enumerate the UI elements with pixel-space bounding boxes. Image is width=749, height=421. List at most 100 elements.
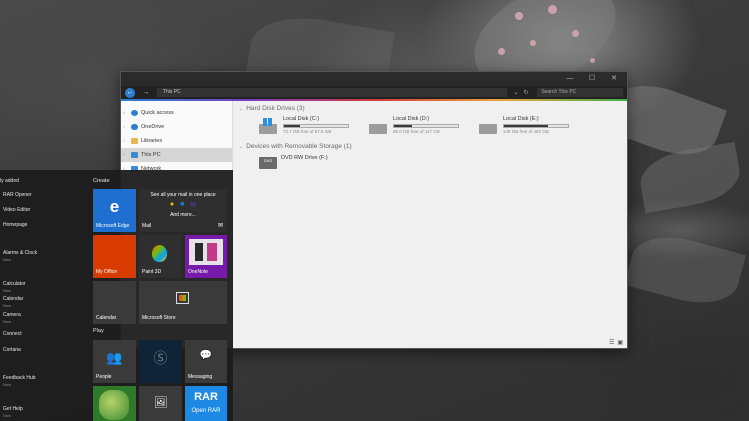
app-label: Feedback Hub [3, 375, 36, 381]
envelope-icon: ✉ [217, 223, 223, 229]
start-menu: ly added RAR Opener Video Editor Homepag… [0, 170, 233, 421]
title-bar: — ☐ ✕ [121, 72, 627, 86]
app-item[interactable]: Connect [3, 331, 22, 337]
app-item[interactable]: Camera New [3, 312, 21, 324]
folder-icon [131, 138, 138, 144]
outlook-icon: ■ [180, 201, 185, 208]
details-view-icon[interactable]: ☰ [609, 339, 614, 346]
app-label: Get Help [3, 406, 23, 412]
drive-name: Local Disk (D:) [393, 116, 430, 122]
star-icon [131, 110, 138, 116]
chat-icon: 💬 [199, 350, 213, 361]
app-item[interactable]: Get Help New [3, 406, 23, 418]
nav-item-onedrive[interactable]: › OneDrive [121, 120, 232, 134]
hard-drives-header[interactable]: ⌄ Hard Disk Drives (3) [239, 103, 627, 114]
tile-microsoft-edge[interactable]: e Microsoft Edge [93, 189, 136, 232]
game-figures-image [99, 390, 129, 420]
google-icon: ● [169, 201, 175, 208]
nav-item-libraries[interactable]: › Libraries [121, 134, 232, 148]
maximize-icon[interactable]: ☐ [587, 72, 597, 86]
edge-icon: e [109, 197, 120, 216]
drive-d[interactable]: Local Disk (D:) 85.0 GB free of 117 GB [369, 116, 459, 140]
wallpaper-leaf [635, 141, 745, 214]
refresh-icon[interactable]: ↻ [523, 89, 528, 96]
tile-group-play[interactable]: Play [93, 328, 104, 334]
drive-c[interactable]: Local Disk (C:) 72.7 GB free of 97.6 GB [259, 116, 349, 140]
chevron-right-icon[interactable]: › [123, 138, 125, 144]
search-input[interactable]: Search This PC [537, 88, 623, 97]
rar-icon: RAR [194, 391, 218, 403]
yahoo-icon: ✉ [190, 202, 197, 209]
chevron-right-icon[interactable]: › [123, 110, 125, 116]
nav-label: Libraries [141, 138, 163, 144]
app-item[interactable]: Video Editor [3, 207, 30, 213]
nav-label: This PC [141, 152, 161, 158]
nav-item-this-pc[interactable]: › This PC [121, 148, 232, 162]
close-icon[interactable]: ✕ [609, 72, 619, 86]
app-item[interactable]: Cortana [3, 347, 21, 353]
chevron-right-icon[interactable]: › [123, 152, 125, 158]
tile-microsoft-store[interactable]: Microsoft Store [139, 281, 227, 324]
drive-free-space: 85.0 GB free of 117 GB [393, 129, 440, 134]
wallpaper-drop [530, 40, 536, 46]
nav-label: OneDrive [141, 124, 165, 130]
app-label: Camera [3, 312, 21, 318]
tile-label: Open RAR [191, 408, 221, 414]
tile-label: People [96, 374, 112, 380]
removable-storage-header[interactable]: ⌄ Devices with Removable Storage (1) [239, 141, 627, 152]
photos-icon: 🖼 [153, 397, 168, 409]
tile-label: Messaging [188, 374, 213, 380]
recently-added-header: ly added [0, 178, 19, 184]
app-item[interactable]: Homepage [3, 222, 27, 228]
wallpaper-drop [548, 5, 557, 14]
app-item[interactable]: Calendar New [3, 296, 23, 308]
onenote-photo-detail [195, 243, 203, 261]
app-item[interactable]: RAR Opener [3, 192, 32, 198]
tile-game[interactable] [93, 386, 136, 421]
skype-icon: Ⓢ [153, 350, 168, 366]
tile-messaging[interactable]: 💬 Messaging [185, 340, 227, 383]
drive-f[interactable]: DVD DVD RW Drive (F:) [239, 153, 627, 169]
app-label: RAR Opener [3, 192, 32, 198]
store-logo-icon [179, 295, 186, 301]
tile-label: Microsoft Store [142, 315, 176, 321]
tile-skype[interactable]: Ⓢ [139, 340, 182, 383]
tile-calendar[interactable]: Calendar [93, 281, 136, 324]
tile-group-create[interactable]: Create [93, 178, 110, 184]
tile-paint-3d[interactable]: Paint 3D [139, 235, 182, 278]
tile-photos[interactable]: 🖼 [139, 386, 182, 421]
drive-name: DVD RW Drive (F:) [281, 155, 328, 161]
onenote-photo-detail [207, 243, 217, 261]
paint-3d-icon [152, 245, 167, 262]
back-arrow-icon[interactable]: ← [125, 87, 135, 98]
new-badge: New [3, 413, 12, 418]
tile-label: Microsoft Edge [96, 223, 130, 229]
forward-arrow-icon[interactable]: → [141, 88, 151, 98]
drive-usage-bar [283, 124, 349, 128]
drive-e[interactable]: Local Disk (E:) 149 GB free of 482 GB [479, 116, 569, 140]
wallpaper-drop [515, 12, 523, 20]
chevron-down-icon[interactable]: ⌄ [513, 89, 518, 96]
tile-onenote[interactable]: OneNote [185, 235, 227, 278]
app-item[interactable]: Alarms & Clock New [3, 250, 37, 262]
drive-name: Local Disk (E:) [503, 116, 539, 122]
tile-my-office[interactable]: My Office [93, 235, 136, 278]
content-pane: ⌄ Hard Disk Drives (3) Local Disk (C:) 72… [234, 101, 627, 348]
app-label: Calculator [3, 281, 26, 287]
wallpaper-drop [572, 30, 579, 37]
tile-mail[interactable]: See all your mail in one place ● ■ ✉ And… [139, 189, 227, 232]
nav-label: Quick access [141, 110, 174, 116]
mail-headline: See all your mail in one place [150, 192, 216, 198]
tile-open-rar[interactable]: RAR Open RAR [185, 386, 227, 421]
address-bar[interactable]: This PC [156, 88, 508, 97]
app-item[interactable]: Feedback Hub New [3, 375, 36, 387]
section-title: Devices with Removable Storage (1) [246, 143, 352, 150]
large-icons-view-icon[interactable]: ▣ [617, 339, 623, 346]
minimize-icon[interactable]: — [565, 72, 575, 86]
app-item[interactable]: Calculator New [3, 281, 26, 293]
app-label: Connect [3, 331, 22, 337]
app-list: ly added RAR Opener Video Editor Homepag… [0, 170, 88, 421]
nav-item-quick-access[interactable]: › Quick access [121, 106, 232, 120]
chevron-right-icon[interactable]: › [123, 124, 125, 130]
tile-people[interactable]: 👥 People [93, 340, 136, 383]
